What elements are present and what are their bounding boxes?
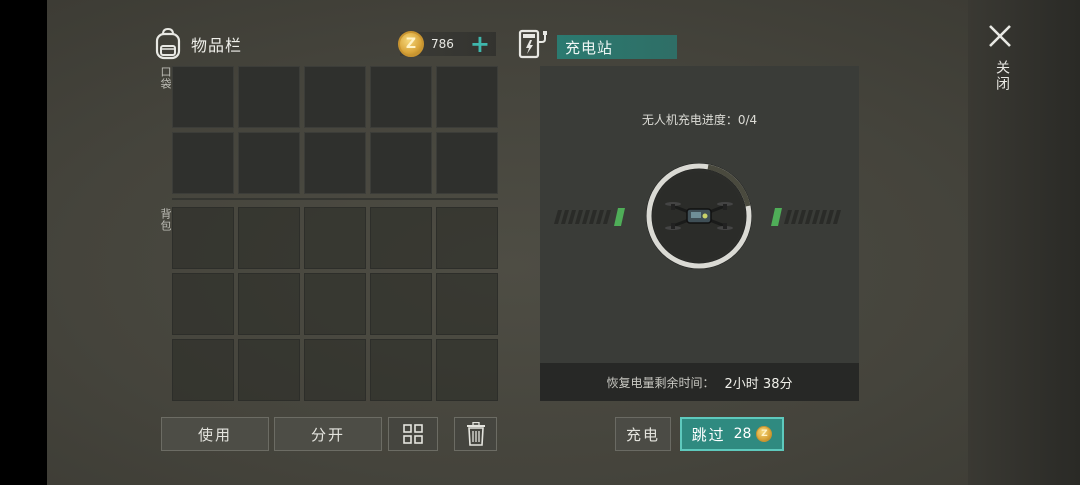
backpack-slot[interactable] (238, 273, 300, 335)
backpack-slot[interactable] (238, 339, 300, 401)
backpack-slot[interactable] (370, 207, 432, 269)
charging-station-header (518, 26, 550, 62)
backpack-slot[interactable] (436, 273, 498, 335)
pocket-slot[interactable] (172, 132, 234, 194)
pocket-slot[interactable] (304, 66, 366, 128)
drone-charge-gauge (554, 163, 841, 269)
sort-icon (403, 424, 423, 444)
coin-icon: Z (756, 426, 773, 442)
recovery-timer-bar: 恢复电量剩余时间： 2小时 38分 (540, 363, 859, 401)
backpack-slot[interactable] (172, 207, 234, 269)
backpack-slot[interactable] (172, 339, 234, 401)
pocket-grid (172, 66, 498, 194)
charging-station-title: 充电站 (557, 35, 677, 59)
charge-progress-text: 无人机充电进度：0/4 (641, 113, 758, 127)
timer-value: 2小时 38分 (724, 376, 793, 392)
pocket-slot[interactable] (304, 132, 366, 194)
use-button-label: 使用 (197, 425, 232, 444)
trash-button[interactable] (454, 417, 497, 451)
skip-button[interactable]: 跳过 28 Z (680, 417, 784, 451)
pocket-slot[interactable] (436, 132, 498, 194)
skip-cost: 28 (733, 426, 752, 442)
sort-button[interactable] (388, 417, 438, 451)
charging-station-icon (518, 29, 547, 59)
backpack-slot[interactable] (436, 207, 498, 269)
coin-icon: Z (398, 31, 424, 57)
backpack-slot[interactable] (172, 273, 234, 335)
charge-button[interactable]: 充电 (615, 417, 671, 451)
section-divider (172, 198, 498, 200)
inventory-title: 物品栏 (191, 36, 243, 55)
right-charge-stripes (771, 208, 841, 226)
right-side-strip (968, 0, 1080, 485)
inventory-header: 物品栏 (155, 26, 242, 62)
trash-icon (466, 422, 485, 446)
close-icon[interactable] (986, 22, 1014, 50)
charge-button-label: 充电 (625, 425, 660, 444)
backpack-icon (155, 28, 181, 60)
pocket-slot[interactable] (370, 132, 432, 194)
coin-symbol: Z (761, 429, 768, 439)
use-button[interactable]: 使用 (161, 417, 269, 451)
left-charge-stripes (554, 208, 625, 226)
backpack-slot[interactable] (304, 207, 366, 269)
backpack-grid (172, 207, 498, 401)
coin-balance: Z 786 + (398, 31, 496, 57)
split-button[interactable]: 分开 (274, 417, 382, 451)
backpack-slot[interactable] (304, 273, 366, 335)
pocket-slot[interactable] (238, 132, 300, 194)
pocket-label: 口袋 (159, 66, 172, 90)
skip-button-label: 跳过 (691, 425, 726, 444)
backpack-slot[interactable] (436, 339, 498, 401)
backpack-slot[interactable] (370, 273, 432, 335)
pocket-slot[interactable] (370, 66, 432, 128)
pocket-slot[interactable] (238, 66, 300, 128)
split-button-label: 分开 (310, 425, 345, 444)
pocket-slot[interactable] (436, 66, 498, 128)
coin-count: 786 (431, 37, 454, 51)
pocket-slot[interactable] (172, 66, 234, 128)
backpack-label: 背包 (159, 208, 172, 232)
timer-label: 恢复电量剩余时间： (606, 375, 715, 390)
charging-panel: 无人机充电进度：0/4 恢复电量剩余时间： 2小时 38分 (540, 66, 859, 401)
backpack-slot[interactable] (238, 207, 300, 269)
close-label[interactable]: 关闭 (992, 60, 1012, 92)
backpack-slot[interactable] (370, 339, 432, 401)
add-coins-button[interactable]: + (470, 32, 490, 56)
backpack-slot[interactable] (304, 339, 366, 401)
coin-symbol: Z (405, 36, 417, 52)
